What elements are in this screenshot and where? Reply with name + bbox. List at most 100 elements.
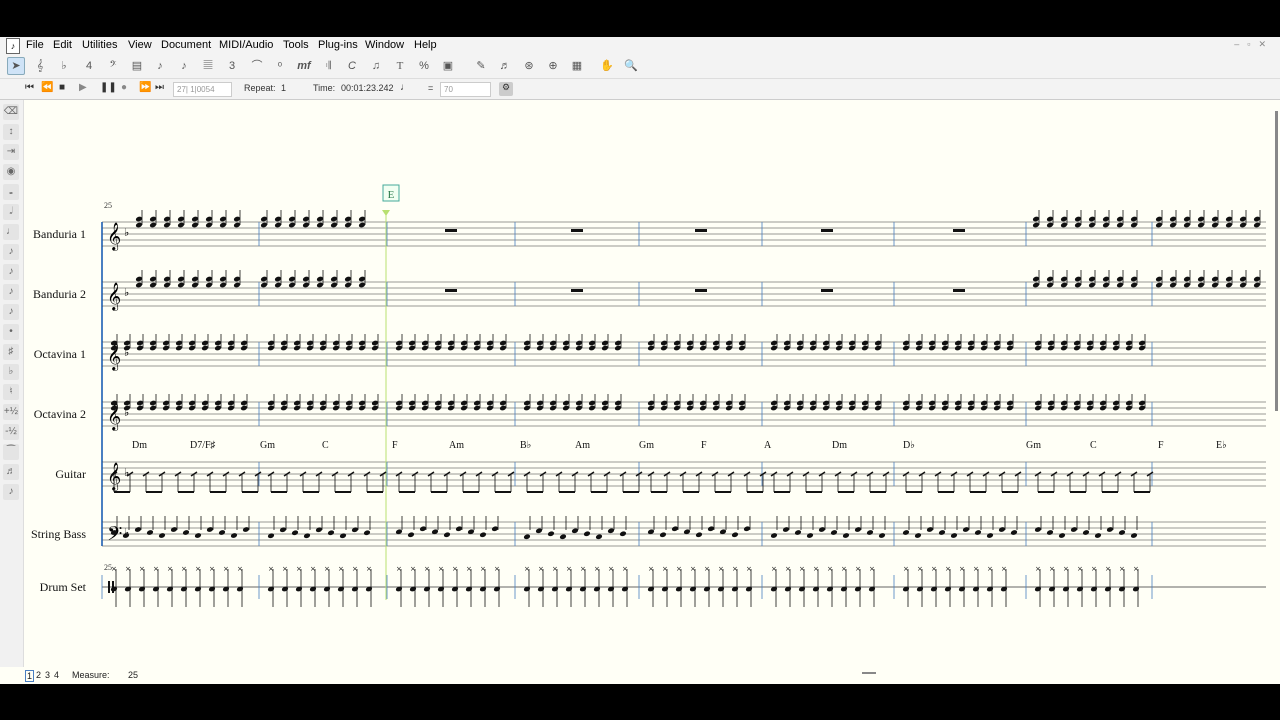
flat-icon[interactable]: ♭ xyxy=(3,364,19,380)
menu-midi-audio[interactable]: MIDI/Audio xyxy=(219,39,273,51)
speedy-entry-icon[interactable]: ♪ xyxy=(175,57,193,75)
notehead xyxy=(583,531,591,537)
up-down-icon[interactable]: ↕ xyxy=(3,124,19,140)
dot-icon[interactable]: • xyxy=(3,324,19,340)
graphics-tool-icon[interactable]: ▣ xyxy=(439,57,457,75)
notehead xyxy=(595,534,603,540)
whole-note-icon[interactable]: 𝅝 xyxy=(3,184,19,200)
cymbal-notehead: × xyxy=(1035,565,1041,573)
chord-symbol: D♭ xyxy=(903,440,915,451)
sharp-icon[interactable]: ♯ xyxy=(3,344,19,360)
cymbal-notehead: × xyxy=(324,565,330,573)
stop-icon[interactable]: ■ xyxy=(59,82,65,93)
eye-icon[interactable]: ◉ xyxy=(3,164,19,180)
tuplet-icon[interactable]: ♬ xyxy=(3,464,19,480)
playback-cursor-head xyxy=(382,210,390,216)
forward-end-icon[interactable]: ⏭ xyxy=(155,82,164,93)
page-1-button[interactable]: 1 xyxy=(25,670,35,682)
chord-symbol: Gm xyxy=(260,440,275,451)
menu-document[interactable]: Document xyxy=(161,39,211,51)
skip-icon[interactable]: ⇥ xyxy=(3,144,19,160)
tie-icon[interactable]: ⁀ xyxy=(3,444,19,460)
fast-forward-icon[interactable]: ⏩ xyxy=(139,82,151,93)
hand-grabber-icon[interactable]: ✋ xyxy=(598,57,616,75)
time-signature-tool-icon[interactable]: 4 xyxy=(80,57,98,75)
quarter-note-icon[interactable]: ♩ xyxy=(3,224,19,240)
score-page[interactable]: 𝄞 ♭ Banduria 1 𝄞 ♭ Banduria 2 𝄞 ♭ Octavina 1 𝄞 ♭ Oc… xyxy=(24,100,1270,670)
staff-tool-icon[interactable]: 𝄞 xyxy=(31,57,49,75)
cymbal-notehead: × xyxy=(690,565,696,573)
mirror-tool-icon[interactable]: ♬ xyxy=(496,57,514,75)
chord-symbol: Dm xyxy=(832,440,847,451)
menu-help[interactable]: Help xyxy=(414,39,437,51)
page-4-button[interactable]: 4 xyxy=(54,670,59,680)
percent-tool-icon[interactable]: % xyxy=(415,57,433,75)
half-note-icon[interactable]: 𝅗𝅥 xyxy=(3,204,19,220)
menu-plugins[interactable]: Plug-ins xyxy=(318,39,358,51)
thirty-second-note-icon[interactable]: ♪ xyxy=(3,284,19,300)
tuplet-tool-icon[interactable]: 3 xyxy=(223,57,241,75)
half-step-up-icon[interactable]: +½ xyxy=(3,404,19,420)
page-2-button[interactable]: 2 xyxy=(36,670,41,680)
app-icon[interactable]: ♪ xyxy=(6,38,20,54)
menu-file[interactable]: File xyxy=(26,39,44,51)
measure-beat-field[interactable]: 27| 1|0054 xyxy=(173,82,232,97)
notehead xyxy=(938,530,946,535)
repeat-tool-icon[interactable]: 𝄇 xyxy=(319,57,337,75)
cymbal-notehead: × xyxy=(410,565,416,573)
key-signature-tool-icon[interactable]: ♭ xyxy=(55,57,73,75)
zoom-icon[interactable]: 🔍 xyxy=(622,57,640,75)
page-3-button[interactable]: 3 xyxy=(45,670,50,680)
resize-tool-icon[interactable]: ⊕ xyxy=(544,57,562,75)
eighth-note-icon[interactable]: ♪ xyxy=(3,244,19,260)
cymbal-notehead: × xyxy=(945,565,951,573)
whole-rest xyxy=(571,229,583,232)
eraser-icon[interactable]: ⌫ xyxy=(3,104,19,120)
rewind-start-icon[interactable]: ⏮ xyxy=(25,82,34,93)
cymbal-notehead: × xyxy=(841,565,847,573)
notehead xyxy=(914,533,922,538)
notehead xyxy=(407,532,415,538)
grace-note-icon[interactable]: ♪ xyxy=(3,484,19,500)
special-tools-icon[interactable]: ✎ xyxy=(472,57,490,75)
tempo-note-icon[interactable]: ♩ xyxy=(400,82,410,93)
record-icon[interactable]: ● xyxy=(121,82,127,93)
playback-settings-icon[interactable]: ⚙ xyxy=(499,82,513,96)
clef-tool-icon[interactable]: 𝄢 xyxy=(104,57,122,75)
expression-tool-icon[interactable]: mf xyxy=(295,57,313,75)
sixteenth-note-icon[interactable]: ♪ xyxy=(3,264,19,280)
measure-tool-icon[interactable]: ▤ xyxy=(128,57,146,75)
natural-icon[interactable]: ♮ xyxy=(3,384,19,400)
minimize-icon[interactable]: – xyxy=(1234,39,1247,49)
text-tool-icon[interactable]: T xyxy=(391,57,409,75)
play-icon[interactable]: ▶ xyxy=(79,82,87,93)
notehead xyxy=(479,532,487,538)
rewind-icon[interactable]: ⏪ xyxy=(41,82,53,93)
pause-icon[interactable]: ❚❚ xyxy=(100,82,117,93)
menu-edit[interactable]: Edit xyxy=(53,39,72,51)
cymbal-notehead: × xyxy=(223,565,229,573)
close-icon[interactable]: ✕ xyxy=(1258,39,1274,49)
lyrics-tool-icon[interactable]: ♫ xyxy=(367,57,385,75)
smart-shape-icon[interactable]: ⌒ xyxy=(248,57,266,75)
sixty-fourth-note-icon[interactable]: ♪ xyxy=(3,304,19,320)
score-canvas[interactable]: 𝄞 ♭Banduria 1𝄞 ♭Banduria 2𝄞 ♭Octavina 1𝄞 ♭Oc… xyxy=(24,100,1270,670)
repeat-value[interactable]: 1 xyxy=(281,83,286,93)
ossia-tool-icon[interactable]: ▦ xyxy=(568,57,586,75)
menu-window[interactable]: Window xyxy=(365,39,404,51)
chord-symbol: A xyxy=(764,440,772,451)
articulation-tool-icon[interactable]: ᵒ xyxy=(271,57,289,75)
simple-entry-icon[interactable]: ♪ xyxy=(151,57,169,75)
selection-tool-icon[interactable]: ➤ xyxy=(7,57,25,75)
hyperscribe-icon[interactable]: 𝄚 xyxy=(199,57,217,75)
note-mover-icon[interactable]: ⊛ xyxy=(520,57,538,75)
half-step-down-icon[interactable]: -½ xyxy=(3,424,19,440)
tempo-field[interactable]: 70 xyxy=(440,82,491,97)
horizontal-scroll-thumb[interactable] xyxy=(862,672,876,674)
menu-view[interactable]: View xyxy=(128,39,152,51)
restore-icon[interactable]: ▫ xyxy=(1247,39,1258,49)
chord-tool-icon[interactable]: C xyxy=(343,57,361,75)
vertical-scrollbar[interactable] xyxy=(1275,111,1278,411)
menu-tools[interactable]: Tools xyxy=(283,39,309,51)
menu-utilities[interactable]: Utilities xyxy=(82,39,117,51)
